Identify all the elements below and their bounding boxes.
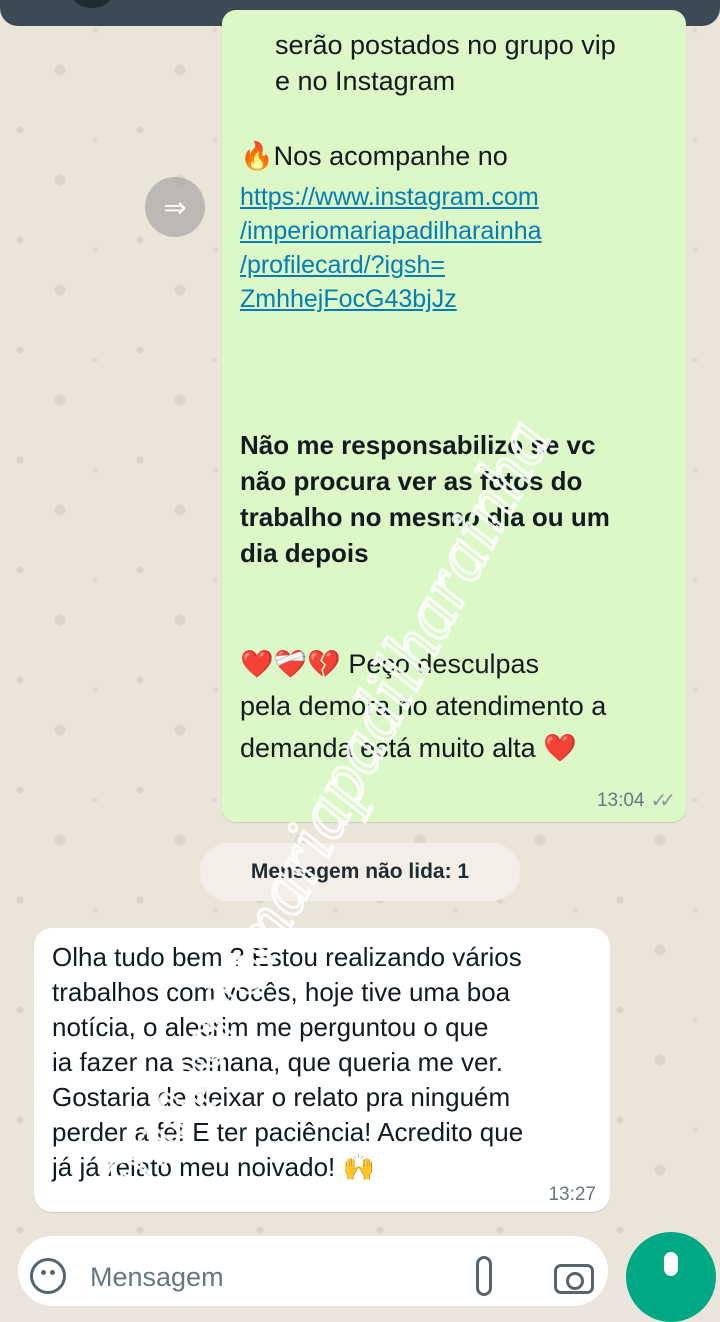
forward-icon: ⇒	[163, 191, 187, 223]
hearts-emoji: ❤️❤️‍🩹💔	[240, 649, 341, 679]
apology-line: demanda está muito alta ❤️	[240, 730, 577, 766]
message-line: Olha tudo bem ? Estou realizando vários	[52, 942, 522, 972]
apology-line: ❤️❤️‍🩹💔 Peço desculpas	[240, 646, 539, 682]
unread-messages-divider: Mensagem não lida: 1	[200, 843, 520, 901]
read-receipt-icon: ✓✓	[650, 790, 675, 812]
timestamp: 13:27	[548, 1184, 596, 1205]
apology-text: Peço desculpas	[348, 649, 539, 679]
follow-line: 🔥Nos acompanhe no	[240, 138, 508, 174]
message-bold-line: dia depois	[240, 538, 369, 568]
instagram-link[interactable]: https://www.instagram.com	[240, 180, 539, 214]
message-line: e no Instagram	[275, 66, 456, 96]
mic-button[interactable]	[626, 1232, 716, 1322]
message-line: Gostaria de deixar o relato pra ninguém	[52, 1082, 511, 1112]
camera-icon[interactable]	[554, 1264, 594, 1294]
fire-emoji: 🔥	[240, 141, 274, 171]
message-line: trabalhos com vocês, hoje tive uma boa	[52, 977, 511, 1007]
message-line: notícia, o alecrim me perguntou o que	[52, 1012, 489, 1042]
message-bold-line: trabalho no mesmo dia ou um	[240, 502, 610, 532]
apology-text: demanda está muito alta	[240, 733, 536, 763]
instagram-link[interactable]: ZmhhejFocG43bjJz	[240, 282, 457, 316]
message-line: ia fazer na semana, que queria me ver.	[52, 1047, 503, 1077]
message-line: já já relato meu noivado! 🙌	[52, 1150, 375, 1186]
message-line: perder a fé! E ter paciência! Acredito q…	[52, 1117, 524, 1147]
forward-button[interactable]: ⇒	[145, 177, 205, 237]
instagram-link[interactable]: /profilecard/?igsh=	[240, 248, 445, 282]
message-bold-line: não procura ver as fotos do	[240, 466, 583, 496]
message-text: já já relato meu noivado!	[52, 1152, 336, 1182]
heart-emoji: ❤️	[543, 733, 577, 763]
mic-icon	[664, 1252, 678, 1276]
outgoing-message-bubble[interactable]: serão postados no grupo vip e no Instagr…	[222, 10, 686, 822]
instagram-link[interactable]: /imperiomariapadilharainha	[240, 214, 542, 248]
paperclip-icon[interactable]	[476, 1256, 492, 1296]
message-time: 13:04 ✓✓	[596, 788, 676, 813]
incoming-message-bubble[interactable]: Olha tudo bem ? Estou realizando vários …	[34, 928, 610, 1212]
follow-text: Nos acompanhe no	[273, 141, 508, 171]
emoji-icon[interactable]	[30, 1258, 66, 1294]
avatar[interactable]	[70, 0, 114, 8]
message-composer[interactable]: Mensagem	[18, 1236, 608, 1306]
raising-hands-emoji: 🙌	[342, 1152, 375, 1182]
timestamp: 13:04	[596, 789, 645, 811]
message-bold-line: Não me responsabilizo se vc	[240, 430, 596, 460]
message-line: serão postados no grupo vip	[275, 30, 616, 60]
apology-line: pela demora no atendimento a	[240, 691, 607, 721]
